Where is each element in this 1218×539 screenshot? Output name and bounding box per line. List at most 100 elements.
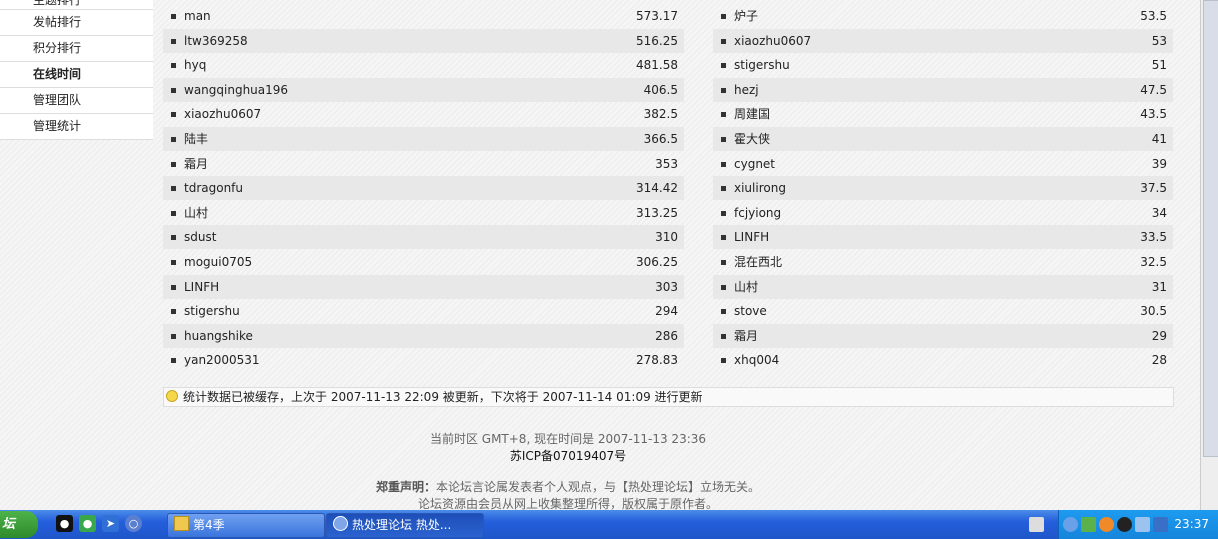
clock: 23:37 [1174,517,1209,531]
rank-row-left: LINFH 303 [163,274,684,299]
bullet-icon [721,333,726,339]
rank-username[interactable]: mogui0705 [184,250,252,274]
orange-icon[interactable] [1099,517,1114,532]
bullet-icon [721,63,726,69]
sidebar-item-admin-stats[interactable]: 管理统计 [0,114,153,140]
main-content: man 573.17 ltw369258 516.25 hyq 481.58 wangqin… [163,0,1174,372]
disclaimer-text: 本论坛言论属发表者个人观点，与【热处理论坛】立场无关。 [436,480,761,494]
keyboard-icon[interactable] [1029,517,1044,532]
rank-value: 481.58 [636,58,678,73]
bullet-icon [171,333,176,339]
network-icon[interactable] [1135,517,1150,532]
rank-row-left: sdust 310 [163,225,684,250]
rank-username[interactable]: huangshike [184,324,253,348]
bullet-icon [171,38,176,44]
rank-row-right: stove 30.5 [713,299,1173,323]
sidebar-item-credit-rank[interactable]: 积分排行 [0,36,153,62]
rank-value: 29 [1151,328,1167,343]
rank-row-right: stigershu 51 [713,53,1173,77]
rank-username[interactable]: 霜月 [184,152,208,176]
rank-value: 32.5 [1140,255,1167,269]
timezone-line: 当前时区 GMT+8, 现在时间是 2007-11-13 23:36 [429,432,707,446]
rank-value: 286 [655,328,678,343]
green-icon[interactable] [1081,517,1096,532]
rank-value: 43.5 [1140,107,1167,122]
vertical-scrollbar[interactable] [1200,0,1218,510]
rank-username[interactable]: fcjyiong [734,201,781,225]
rank-value: 314.42 [636,181,678,196]
bullet-icon [721,309,726,315]
bullet-icon [171,161,176,167]
bullet-icon [721,210,726,216]
rank-username[interactable]: 炉子 [734,4,758,28]
rank-value: 28 [1151,353,1167,368]
bullet-icon [721,284,726,290]
scrollbar-thumb[interactable] [1203,0,1218,457]
rank-username[interactable]: yan2000531 [184,348,260,372]
rank-value: 41 [1151,132,1167,146]
rank-row-left: wangqinghua196 406.5 [163,77,684,102]
qq-tray-icon[interactable] [1117,517,1132,532]
rank-username[interactable]: xhq004 [734,348,779,372]
start-button[interactable]: 坛 [0,511,38,538]
rank-username[interactable]: LINFH [734,225,769,249]
rank-username[interactable]: stigershu [184,299,240,323]
rank-username[interactable]: LINFH [184,275,219,299]
rank-username[interactable]: man [184,4,211,28]
sidebar-item-post-rank[interactable]: 发帖排行 [0,10,153,36]
rank-username[interactable]: hezj [734,78,759,102]
sidebar-item-topic-rank[interactable]: 主题排行 [0,0,153,10]
bullet-icon [171,112,176,118]
icp-link[interactable]: 苏ICP备07019407号 [163,448,973,465]
rank-value: 51 [1151,58,1167,73]
rank-username[interactable]: 霍大侠 [734,127,770,151]
browser-icon[interactable]: ○ [125,515,142,532]
task-folder[interactable]: 第4季 [167,513,325,538]
rank-username[interactable]: xiaozhu0607 [734,29,811,53]
rank-value: 53.5 [1140,9,1167,23]
disclaimer-label: 郑重声明： [375,480,436,494]
arrow-icon[interactable] [1063,517,1078,532]
browser-icon [333,516,348,531]
rank-row-right: 霍大侠 41 [713,127,1173,151]
rank-username[interactable]: 混在西北 [734,250,782,274]
rank-row-right: fcjyiong 34 [713,201,1173,225]
rank-value: 294 [655,304,678,319]
rank-username[interactable]: xiulirong [734,176,786,200]
msn-icon[interactable]: ● [79,515,96,532]
rank-username[interactable]: ltw369258 [184,29,248,53]
system-tray: 23:37 [1029,510,1218,539]
rank-row-right: 炉子 53.5 [713,4,1173,28]
rank-value: 406.5 [643,82,678,97]
rank-username[interactable]: xiaozhu0607 [184,102,261,126]
rank-value: 516.25 [636,33,678,48]
rank-row-right: LINFH 33.5 [713,225,1173,250]
disclaimer: 郑重声明：本论坛言论属发表者个人观点，与【热处理论坛】立场无关。 [163,479,973,496]
rank-username[interactable]: 霜月 [734,324,758,348]
qq-icon[interactable]: ● [56,515,73,532]
rank-username[interactable]: stigershu [734,53,790,77]
rank-username[interactable]: wangqinghua196 [184,78,288,102]
bullet-icon [721,38,726,44]
rank-username[interactable]: 周建国 [734,102,770,126]
task-browser-label: 热处理论坛 热处... [352,518,452,532]
shield-icon[interactable] [1153,517,1168,532]
bullet-icon [721,260,726,265]
sidebar-item-online-time[interactable]: 在线时间 [0,62,153,88]
rank-value: 366.5 [643,132,678,146]
sidebar-item-admin-team[interactable]: 管理团队 [0,88,153,114]
rank-username[interactable]: 山村 [734,275,758,299]
task-browser[interactable]: 热处理论坛 热处... [326,513,484,538]
rank-row-left: hyq 481.58 [163,53,684,77]
rank-username[interactable]: cygnet [734,152,775,176]
rank-username[interactable]: stove [734,299,767,323]
cache-notice: 统计数据已被缓存，上次于 2007-11-13 22:09 被更新，下次将于 2… [163,387,1174,407]
rank-username[interactable]: sdust [184,225,216,249]
bullet-icon [721,358,726,364]
rank-username[interactable]: tdragonfu [184,176,243,200]
rank-username[interactable]: 山村 [184,201,208,225]
rank-value: 382.5 [643,107,678,122]
send-icon[interactable]: ➤ [102,515,119,532]
rank-username[interactable]: 陆丰 [184,127,208,151]
rank-username[interactable]: hyq [184,53,206,77]
